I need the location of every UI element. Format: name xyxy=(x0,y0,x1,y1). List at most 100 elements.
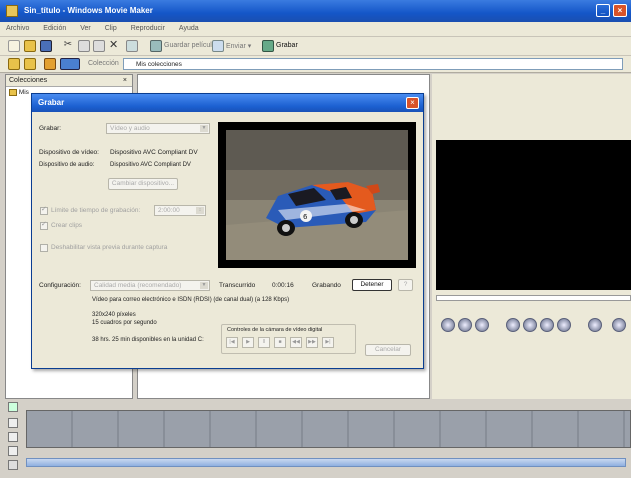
create-clips-checkbox[interactable] xyxy=(40,220,48,230)
copy-icon[interactable] xyxy=(78,40,90,52)
seek-bar[interactable] xyxy=(436,295,631,301)
cam-rewind-icon[interactable]: |◀ xyxy=(226,337,238,348)
cam-end-icon[interactable]: ▶| xyxy=(322,337,334,348)
collections-close-icon[interactable]: × xyxy=(123,75,127,87)
cambiar-dispositivo-button[interactable]: Cambiar dispositivo... xyxy=(108,178,178,190)
preview-monitor xyxy=(436,140,631,290)
config-label: Configuración: xyxy=(39,282,81,289)
collections-icon[interactable] xyxy=(44,58,56,70)
narrate-icon[interactable] xyxy=(8,446,18,456)
disk-space-text: 38 hrs. 25 min disponibles en la unidad … xyxy=(92,337,204,343)
delete-icon[interactable]: ✕ xyxy=(109,40,121,52)
cam-pause-icon[interactable]: ‖ xyxy=(258,337,270,348)
save-icon[interactable] xyxy=(40,40,52,52)
zoom-in-icon[interactable] xyxy=(8,418,18,428)
capture-preview: 6 xyxy=(218,122,416,268)
open-icon[interactable] xyxy=(24,40,36,52)
new-collection-icon[interactable] xyxy=(24,58,36,70)
video-device-value: Dispositivo AVC Compliant DV xyxy=(110,149,198,156)
transcurrido-label: Transcurrido xyxy=(219,282,256,289)
up-folder-icon[interactable] xyxy=(8,58,20,70)
chevron-down-icon: ▼ xyxy=(200,282,208,289)
grabar-toolbar-label[interactable]: Grabar xyxy=(276,42,298,49)
dialog-close-icon[interactable]: × xyxy=(406,97,419,109)
config-select-value: Calidad media (recomendado) xyxy=(94,282,182,289)
cam-forward-icon[interactable]: ▶▶ xyxy=(306,337,318,348)
record-dialog: Grabar × Grabar: Vídeo y audio ▼ Disposi… xyxy=(31,93,424,369)
previous-frame-icon[interactable] xyxy=(523,318,537,332)
paste-icon[interactable] xyxy=(93,40,105,52)
pause-icon[interactable] xyxy=(458,318,472,332)
resolution-text: 320x240 píxeles xyxy=(92,312,136,318)
window-title-bar[interactable]: Sin_título - Windows Movie Maker _ × xyxy=(0,0,631,22)
menu-clip[interactable]: Clip xyxy=(99,22,123,32)
menu-ayuda[interactable]: Ayuda xyxy=(173,22,205,32)
rewind-icon[interactable] xyxy=(506,318,520,332)
config-description: Vídeo para correo electrónico e ISDN (RD… xyxy=(92,297,290,303)
grabar-select[interactable]: Vídeo y audio ▼ xyxy=(106,123,210,134)
dialog-title-bar[interactable]: Grabar xyxy=(32,94,423,112)
record-icon[interactable] xyxy=(262,40,274,52)
disable-preview-label: Deshabilitar vista previa durante captur… xyxy=(51,244,168,251)
toolbar-dim-2: Enviar ▾ xyxy=(226,43,252,50)
rally-car-image: 6 xyxy=(226,130,408,260)
toolbar-dim-1: Guardar película xyxy=(164,42,216,49)
time-limit-spinner[interactable]: 2:00:00 ↕ xyxy=(154,205,206,216)
storyboard-icon[interactable] xyxy=(150,40,162,52)
camera-controls-title: Controles de la cámara de vídeo digital xyxy=(227,327,323,333)
app-icon xyxy=(6,5,18,17)
menu-archivo[interactable]: Archivo xyxy=(0,22,35,32)
video-device-label: Dispositivo de vídeo: xyxy=(39,149,99,156)
menu-reproducir[interactable]: Reproducir xyxy=(125,22,171,32)
time-limit-checkbox[interactable] xyxy=(40,205,48,215)
chevron-down-icon: ▼ xyxy=(200,125,208,132)
close-icon[interactable]: × xyxy=(613,4,627,17)
collections-toolbar: Colección Mis colecciones xyxy=(0,56,631,73)
minimize-icon[interactable]: _ xyxy=(596,4,610,17)
split-clip-icon[interactable] xyxy=(588,318,602,332)
cam-stop-icon[interactable]: ■ xyxy=(274,337,286,348)
audio-device-label: Dispositivo de audio: xyxy=(39,162,95,168)
timeline-toggle-icon[interactable] xyxy=(8,402,18,412)
stop-icon[interactable] xyxy=(475,318,489,332)
menu-bar: Archivo Edición Ver Clip Reproducir Ayud… xyxy=(0,22,631,37)
grabar-label: Grabar: xyxy=(39,125,62,132)
svg-text:6: 6 xyxy=(303,213,308,221)
zoom-out-icon[interactable] xyxy=(8,432,18,442)
grabando-label: Grabando xyxy=(312,282,341,289)
collection-address-field[interactable]: Mis colecciones xyxy=(123,58,623,70)
grabar-select-value: Vídeo y audio xyxy=(110,125,150,132)
play-icon[interactable] xyxy=(441,318,455,332)
disable-preview-checkbox[interactable] xyxy=(40,244,48,252)
cam-back-icon[interactable]: ◀◀ xyxy=(290,337,302,348)
views-icon[interactable] xyxy=(60,58,80,70)
cancel-button[interactable]: Cancelar xyxy=(365,344,411,356)
audio-levels-icon[interactable] xyxy=(8,460,18,470)
properties-icon[interactable] xyxy=(126,40,138,52)
config-select[interactable]: Calidad media (recomendado) ▼ xyxy=(90,280,210,291)
send-icon[interactable] xyxy=(212,40,224,52)
storyboard-strip[interactable] xyxy=(26,410,631,448)
next-frame-icon[interactable] xyxy=(540,318,554,332)
fullscreen-icon[interactable] xyxy=(612,318,626,332)
storyboard-scrollbar[interactable] xyxy=(26,458,626,467)
coleccion-label: Colección xyxy=(88,60,119,67)
folder-icon xyxy=(9,89,17,96)
collections-header: Colecciones × xyxy=(6,75,132,87)
new-icon[interactable] xyxy=(8,40,20,52)
menu-edicion[interactable]: Edición xyxy=(37,22,72,32)
dialog-title: Grabar xyxy=(38,98,65,107)
standard-toolbar: ✂ ✕ Guardar película Enviar ▾ Grabar xyxy=(0,37,631,56)
audio-device-value: Dispositivo AVC Compliant DV xyxy=(110,162,191,168)
capture-frame-image: 6 xyxy=(226,130,408,260)
transcurrido-value: 0:00:16 xyxy=(272,282,294,289)
spinner-arrows-icon: ↕ xyxy=(196,207,204,214)
help-icon[interactable]: ? xyxy=(398,279,413,291)
menu-ver[interactable]: Ver xyxy=(74,22,97,32)
cam-play-icon[interactable]: ▶ xyxy=(242,337,254,348)
address-value: Mis colecciones xyxy=(136,61,182,68)
detener-button[interactable]: Detener xyxy=(352,279,392,291)
forward-icon[interactable] xyxy=(557,318,571,332)
cut-icon[interactable]: ✂ xyxy=(62,40,74,52)
window-title: Sin_título - Windows Movie Maker xyxy=(24,6,153,15)
